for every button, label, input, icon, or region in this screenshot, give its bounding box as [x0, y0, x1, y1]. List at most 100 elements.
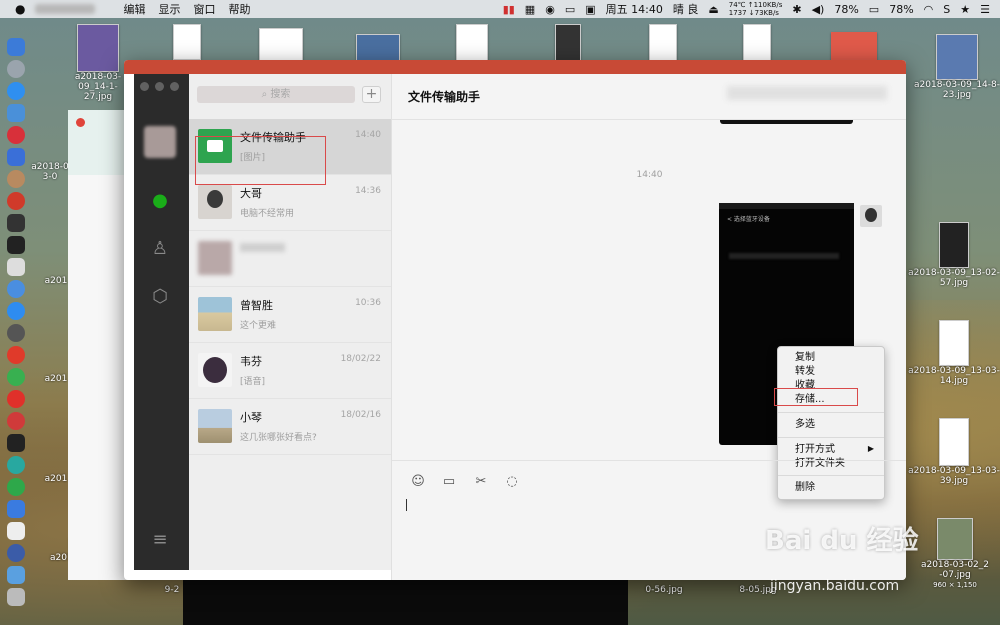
- terminal-icon[interactable]: [7, 236, 25, 254]
- close-dot[interactable]: [76, 118, 85, 127]
- app-icon[interactable]: [7, 148, 25, 166]
- trash-icon[interactable]: [7, 588, 25, 606]
- search-input[interactable]: ⌕ 搜索: [197, 86, 355, 103]
- netease-icon[interactable]: [7, 126, 25, 144]
- appstore-icon[interactable]: [7, 302, 25, 320]
- app-icon[interactable]: [7, 456, 25, 474]
- desktop-file[interactable]: a2018-0 3-0: [28, 162, 72, 182]
- yandex-icon[interactable]: [7, 346, 25, 364]
- folder-icon[interactable]: ▭: [439, 473, 459, 491]
- emoji-icon[interactable]: ☺: [408, 473, 428, 491]
- chat-history-icon[interactable]: ◌: [502, 473, 522, 491]
- datetime[interactable]: 周五 14:40: [606, 1, 663, 17]
- settings-icon[interactable]: [7, 324, 25, 342]
- vivaldi-icon[interactable]: [7, 412, 25, 430]
- finder-icon[interactable]: [7, 38, 25, 56]
- network-speed: 74℃ ↑110KB/s 1737 ↓73KB/s: [728, 1, 783, 17]
- launchpad-icon[interactable]: [7, 60, 25, 78]
- desktop-file[interactable]: a201: [44, 276, 68, 286]
- menu-view[interactable]: 显示: [158, 1, 180, 17]
- cube-icon[interactable]: ⬡: [148, 286, 172, 308]
- avatar: [198, 185, 232, 219]
- scissors-icon[interactable]: ✂: [471, 473, 491, 491]
- highlight-box: [774, 388, 858, 406]
- wechat-dock-icon[interactable]: [7, 478, 25, 496]
- desktop-file[interactable]: [648, 24, 678, 64]
- chat-item[interactable]: 曾智胜 10:36 这个更难: [189, 287, 391, 343]
- battery-percent-2[interactable]: 78%: [889, 3, 913, 16]
- pause-icon[interactable]: ▮▮: [503, 3, 515, 16]
- display-icon[interactable]: ▭: [565, 3, 575, 16]
- desktop-file[interactable]: [258, 28, 304, 62]
- desktop-file[interactable]: a2018-03-09_13-03-39.jpg: [904, 418, 1000, 486]
- chat-item[interactable]: 韦芬 18/02/22 [语音]: [189, 343, 391, 399]
- text-caret: [406, 499, 407, 511]
- desktop-file[interactable]: [355, 34, 401, 62]
- app-icon[interactable]: [7, 258, 25, 276]
- star-icon[interactable]: ★: [960, 3, 970, 16]
- menu-window[interactable]: 窗口: [193, 1, 215, 17]
- menu-help[interactable]: 帮助: [228, 1, 250, 17]
- desktop-file[interactable]: [172, 24, 202, 60]
- menu-item-copy[interactable]: 复制: [795, 351, 815, 364]
- app-icon[interactable]: [7, 500, 25, 518]
- volume-icon[interactable]: ◀): [812, 3, 825, 16]
- desktop-file[interactable]: 9-2: [160, 585, 184, 595]
- apple-icon[interactable]: ●: [15, 2, 25, 16]
- battery-icon: ▭: [868, 2, 880, 16]
- menu-icon[interactable]: ≡: [148, 529, 172, 551]
- menu-item-multiselect[interactable]: 多选: [795, 418, 815, 431]
- desktop-file[interactable]: a2018-03-02_2 -07.jpg 960 × 1,150: [910, 518, 1000, 590]
- chat-bubble-icon[interactable]: ●: [148, 190, 172, 212]
- contacts-icon[interactable]: ♙: [148, 238, 172, 260]
- chat-item[interactable]: 小琴 18/02/16 这几张哪张好看点?: [189, 399, 391, 455]
- previous-message[interactable]: [720, 120, 853, 124]
- terminal-icon[interactable]: [7, 434, 25, 452]
- weather[interactable]: 晴 良: [673, 1, 699, 17]
- close-dot[interactable]: [140, 82, 149, 91]
- app-icon[interactable]: [7, 104, 25, 122]
- safari-icon[interactable]: [7, 82, 25, 100]
- chat-item[interactable]: [189, 231, 391, 287]
- file-thumbnail: [77, 24, 119, 72]
- submenu-arrow-icon: ▶: [867, 444, 874, 453]
- desktop-file[interactable]: 0-56.jpg: [642, 585, 686, 595]
- minimize-dot[interactable]: [155, 82, 164, 91]
- battery-percent[interactable]: 78%: [834, 3, 858, 16]
- app-icon[interactable]: [7, 390, 25, 408]
- activity-icon[interactable]: [7, 214, 25, 232]
- menu-edit[interactable]: 编辑: [123, 1, 145, 17]
- desktop-file[interactable]: [742, 24, 772, 64]
- desktop-file[interactable]: a201: [44, 474, 68, 484]
- app-icon[interactable]: [7, 192, 25, 210]
- desktop-file[interactable]: [455, 24, 489, 62]
- chrome-icon[interactable]: [7, 368, 25, 386]
- app-s-icon[interactable]: S: [943, 3, 950, 16]
- folder-icon[interactable]: [7, 566, 25, 584]
- avatar[interactable]: [860, 205, 882, 227]
- window-icon[interactable]: ▣: [585, 3, 595, 16]
- wechat-status-icon[interactable]: ◉: [545, 3, 555, 16]
- add-chat-button[interactable]: +: [362, 86, 381, 103]
- avatar[interactable]: [144, 126, 176, 158]
- desktop-file[interactable]: a201: [44, 374, 68, 384]
- desktop-file[interactable]: a2018-03-09_13-02-57.jpg: [904, 222, 1000, 288]
- app-icon[interactable]: [7, 522, 25, 540]
- desktop-file[interactable]: a2018-03-09_14-8-23.jpg: [912, 34, 1000, 100]
- app-icon[interactable]: [7, 544, 25, 562]
- menu-item-forward[interactable]: 转发: [795, 365, 815, 378]
- app-icon[interactable]: [7, 280, 25, 298]
- app-name-blurred[interactable]: [35, 4, 96, 14]
- app-icon[interactable]: [7, 170, 25, 188]
- eject-icon[interactable]: ⏏: [708, 3, 718, 16]
- desktop-file[interactable]: a2018-03-09_14-1-27.jpg: [68, 24, 128, 102]
- menu-item-open-with[interactable]: 打开方式: [795, 443, 835, 456]
- dock: [0, 30, 32, 610]
- desktop-file[interactable]: a2018-03-09_13-03-14.jpg: [904, 320, 1000, 386]
- zoom-dot[interactable]: [170, 82, 179, 91]
- desktop-file[interactable]: [553, 24, 583, 64]
- list-icon[interactable]: ☰: [980, 3, 990, 16]
- grid-icon[interactable]: ▦: [525, 3, 535, 16]
- wifi-icon[interactable]: ◠: [924, 3, 934, 16]
- bluetooth-icon[interactable]: ✱: [792, 3, 801, 16]
